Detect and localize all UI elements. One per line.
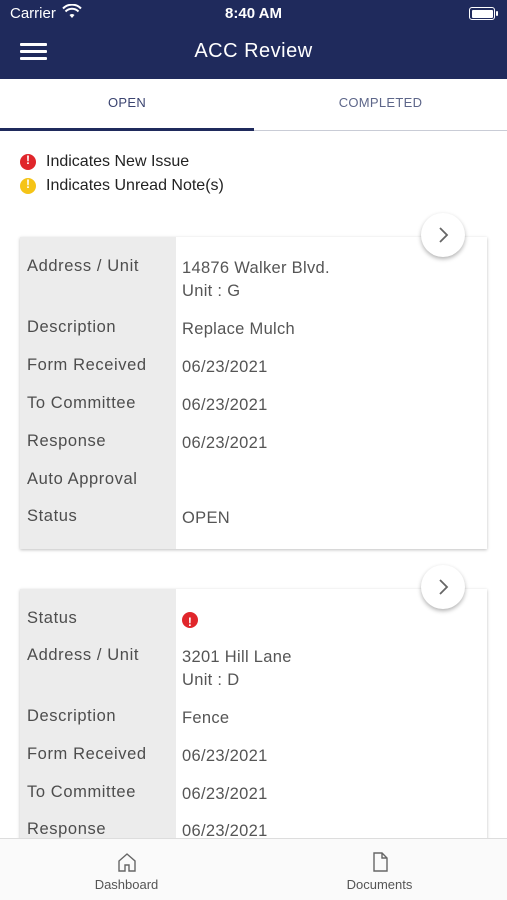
- row-label: Auto Approval: [27, 470, 138, 488]
- row-label: Description: [27, 707, 117, 725]
- nav-documents[interactable]: Documents: [253, 839, 506, 900]
- row-value: 06/23/2021: [182, 434, 268, 452]
- row-value: 3201 Hill Lane Unit : D: [182, 648, 292, 689]
- row-label: Response: [27, 432, 107, 450]
- page-title: ACC Review: [194, 40, 313, 62]
- row-label: Description: [27, 318, 117, 336]
- nav-dashboard-label: Dashboard: [94, 877, 159, 892]
- review-card[interactable]: Address / Unit 14876 Walker Blvd. Unit :…: [20, 237, 487, 549]
- alert-red-icon: [20, 153, 36, 170]
- row-label: Form Received: [27, 745, 147, 763]
- bottom-nav: Dashboard Documents: [0, 838, 507, 900]
- row-label: Address / Unit: [27, 257, 140, 275]
- alert-yellow-icon: [20, 177, 36, 194]
- legend-new-issue-label: Indicates New Issue: [46, 153, 190, 170]
- row-value: 06/23/2021: [182, 822, 268, 838]
- review-card[interactable]: Status Address / Unit 3201 Hill Lane Uni…: [20, 589, 487, 838]
- row-value: 06/23/2021: [182, 747, 268, 765]
- row-label: To Committee: [27, 394, 136, 412]
- chevron-right-icon: [439, 227, 449, 243]
- tab-open[interactable]: OPEN: [0, 79, 254, 131]
- chevron-right-icon: [439, 579, 449, 595]
- open-detail-button[interactable]: [421, 565, 465, 609]
- row-value: Fence: [182, 709, 230, 727]
- legend-unread-notes: Indicates Unread Note(s): [20, 174, 224, 198]
- row-label: Status: [27, 609, 78, 627]
- legend-new-issue: Indicates New Issue: [20, 150, 224, 174]
- document-icon: [373, 852, 388, 872]
- battery-icon: [469, 7, 498, 20]
- row-value: 14876 Walker Blvd. Unit : G: [182, 259, 330, 300]
- review-list[interactable]: Address / Unit 14876 Walker Blvd. Unit :…: [0, 210, 507, 838]
- tab-bar: OPEN COMPLETED: [0, 79, 507, 131]
- row-value: 06/23/2021: [182, 358, 268, 376]
- tab-completed[interactable]: COMPLETED: [254, 79, 507, 131]
- row-label: Status: [27, 507, 78, 525]
- legend: Indicates New Issue Indicates Unread Not…: [20, 150, 224, 198]
- row-value: [182, 609, 198, 635]
- row-value: Replace Mulch: [182, 320, 296, 338]
- label-column: [20, 237, 176, 549]
- new-issue-icon: [182, 611, 198, 634]
- row-label: Response: [27, 820, 107, 838]
- app-header: Carrier 8:40 AM ACC Review: [0, 0, 507, 79]
- row-value: 06/23/2021: [182, 396, 268, 414]
- status-value: OPEN: [182, 509, 230, 527]
- status-bar: Carrier 8:40 AM: [0, 0, 507, 28]
- nav-documents-label: Documents: [346, 877, 413, 892]
- clock: 8:40 AM: [225, 5, 282, 22]
- row-label: Form Received: [27, 356, 147, 374]
- row-label: To Committee: [27, 783, 136, 801]
- nav-dashboard[interactable]: Dashboard: [0, 839, 253, 900]
- row-label: Address / Unit: [27, 646, 140, 664]
- legend-unread-notes-label: Indicates Unread Note(s): [46, 177, 224, 194]
- open-detail-button[interactable]: [421, 213, 465, 257]
- row-value: 06/23/2021: [182, 785, 268, 803]
- home-icon: [118, 853, 136, 872]
